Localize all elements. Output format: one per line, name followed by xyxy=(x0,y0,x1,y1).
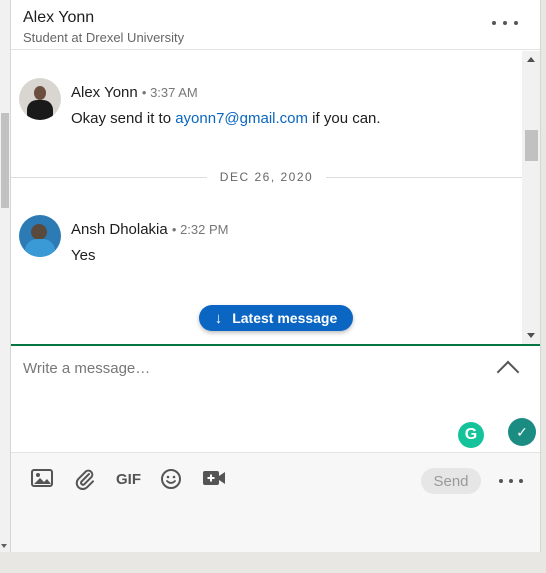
check-icon[interactable]: ✓ xyxy=(508,418,536,446)
ellipsis-icon[interactable] xyxy=(492,15,518,31)
chevron-up-icon[interactable] xyxy=(496,360,520,384)
emoji-icon[interactable] xyxy=(160,468,182,490)
page-scroll-down-icon[interactable] xyxy=(1,544,7,548)
message-input[interactable]: Write a message… xyxy=(23,360,150,377)
message-sender[interactable]: Alex Yonn xyxy=(71,84,138,101)
video-icon[interactable] xyxy=(202,468,226,490)
message-time: • 3:37 AM xyxy=(141,85,198,100)
message-item: Alex Yonn • 3:37 AM Okay send it to ayon… xyxy=(19,78,381,127)
gif-icon[interactable]: GIF xyxy=(116,471,141,493)
message-text: Okay send it to ayonn7@gmail.com if you … xyxy=(71,110,381,127)
conversation-header: Alex Yonn Student at Drexel University xyxy=(11,0,540,50)
page-scrollbar-thumb[interactable] xyxy=(1,113,9,208)
message-text-suffix: if you can. xyxy=(308,110,381,127)
latest-message-button[interactable]: ↓ Latest message xyxy=(199,305,353,331)
message-scrollbar-thumb[interactable] xyxy=(525,130,538,161)
message-time: • 2:32 PM xyxy=(171,222,229,237)
latest-message-label: Latest message xyxy=(232,310,338,326)
send-button[interactable]: Send xyxy=(421,468,481,494)
avatar[interactable] xyxy=(19,78,61,120)
date-label: DEC 26, 2020 xyxy=(219,170,314,184)
scroll-up-icon[interactable] xyxy=(527,57,535,62)
paperclip-icon[interactable] xyxy=(74,468,96,490)
email-link[interactable]: ayonn7@gmail.com xyxy=(175,110,308,127)
message-list: Alex Yonn • 3:37 AM Okay send it to ayon… xyxy=(11,51,523,344)
message-sender[interactable]: Ansh Dholakia xyxy=(71,221,168,238)
compose-toolbar: GIF Send xyxy=(11,452,540,552)
page-scrollbar[interactable] xyxy=(0,0,10,552)
scroll-down-icon[interactable] xyxy=(527,333,535,338)
date-separator: DEC 26, 2020 xyxy=(11,169,523,189)
ellipsis-icon[interactable] xyxy=(499,478,523,484)
contact-name[interactable]: Alex Yonn xyxy=(23,9,540,27)
image-icon[interactable] xyxy=(31,468,53,490)
message-scrollbar[interactable] xyxy=(522,51,540,344)
message-text: Yes xyxy=(71,247,96,264)
message-text-prefix: Okay send it to xyxy=(71,110,176,127)
arrow-down-icon: ↓ xyxy=(214,309,223,327)
contact-headline: Student at Drexel University xyxy=(23,30,185,45)
avatar[interactable] xyxy=(19,215,61,257)
messaging-panel: Alex Yonn Student at Drexel University A… xyxy=(10,0,541,552)
message-item: Ansh Dholakia • 2:32 PM Yes xyxy=(19,215,228,264)
grammarly-icon[interactable]: G xyxy=(458,422,484,448)
